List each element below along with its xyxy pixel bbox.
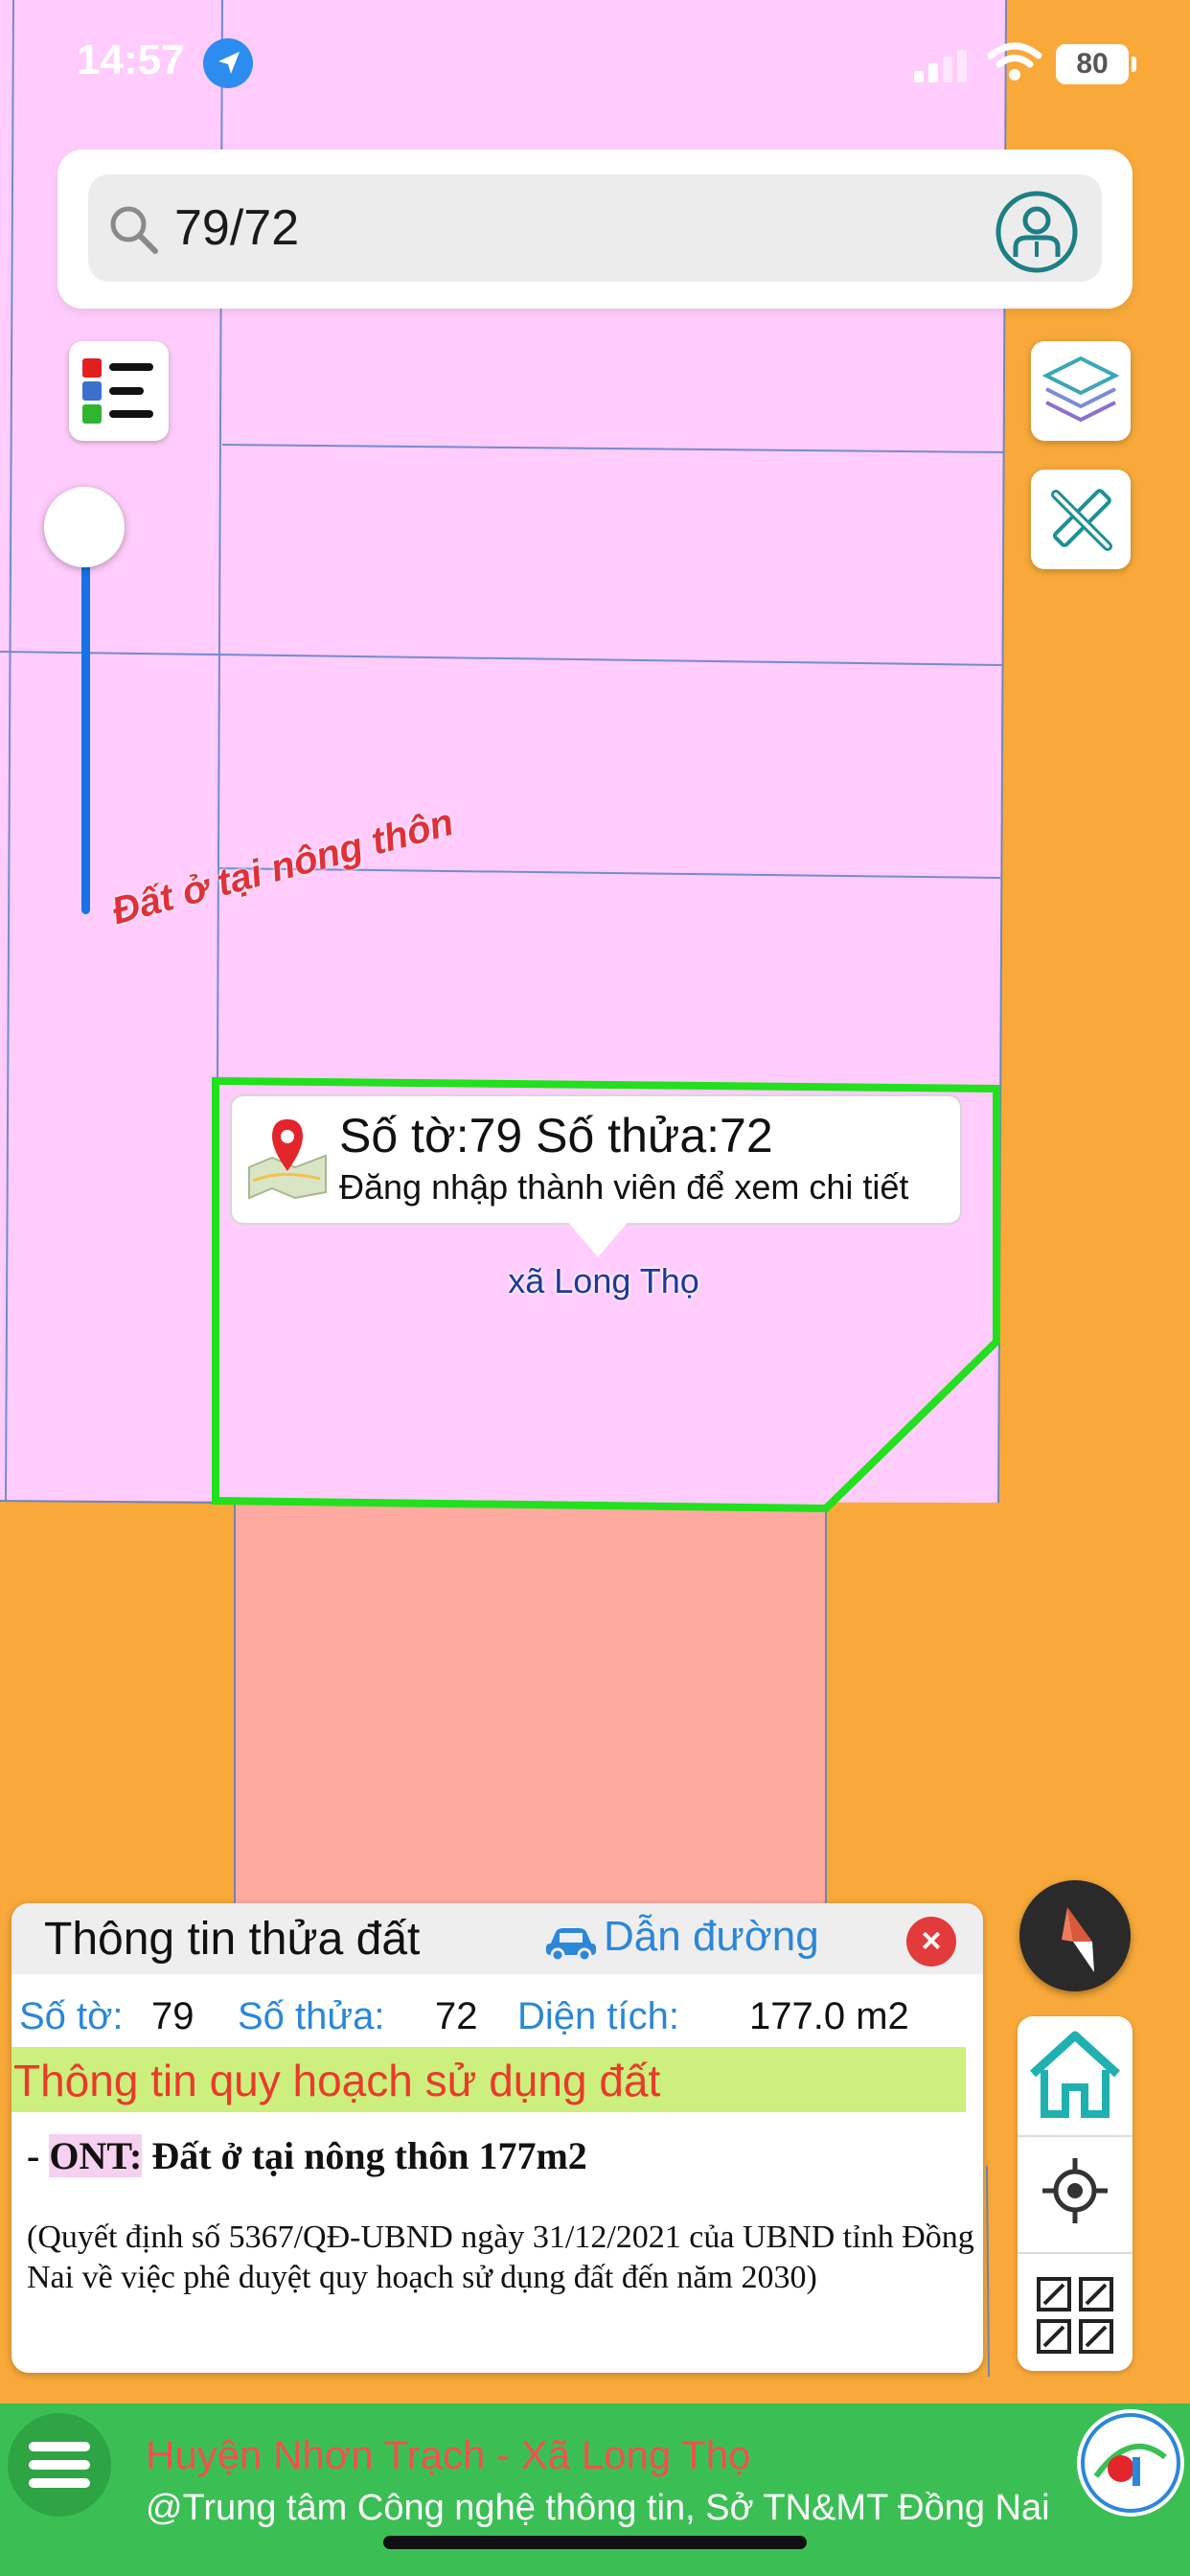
compass-button[interactable] — [1019, 1880, 1131, 1991]
area-value: 177.0 m2 — [749, 1995, 909, 2037]
parcel-number-label: Số thửa: — [238, 1995, 385, 2037]
credit-text: @Trung tâm Công nghệ thông tin, Sở TN&MT… — [146, 2488, 1050, 2528]
popup-tail — [565, 1219, 630, 1257]
location-title: Huyện Nhơn Trạch - Xã Long Thọ — [146, 2432, 751, 2477]
opacity-slider-thumb[interactable] — [44, 487, 125, 567]
home-indicator — [383, 2536, 807, 2549]
location-arrow-icon — [203, 38, 253, 88]
home-button[interactable] — [1023, 2022, 1127, 2126]
opacity-slider-track[interactable] — [81, 525, 90, 914]
compass-icon — [1062, 1907, 1094, 1972]
planning-title: Thông tin quy hoạch sử dụng đất — [13, 2056, 661, 2105]
qr-icon — [1037, 2277, 1113, 2354]
land-use-entry: - ONT: Đất ở tại nông thôn 177m2 — [27, 2133, 587, 2178]
qr-button[interactable] — [1031, 2271, 1119, 2359]
layers-button[interactable] — [1031, 341, 1131, 441]
area-label: Diện tích: — [517, 1995, 679, 2037]
other-land-parcel — [235, 1505, 826, 1907]
map-pin-icon — [243, 1112, 332, 1200]
stack-divider — [1018, 2252, 1133, 2254]
home-icon — [1029, 2031, 1121, 2118]
legend-icon — [82, 358, 153, 424]
ruler-pencil-icon — [1051, 489, 1112, 551]
legend-button[interactable] — [69, 341, 169, 441]
land-use-description: Đất ở tại nông thôn 177m2 — [142, 2134, 587, 2177]
stack-divider — [1018, 2135, 1133, 2137]
sheet-value: 79 — [151, 1995, 195, 2037]
planning-decision-text: (Quyết định số 5367/QĐ-UBND ngày 31/12/2… — [27, 2220, 974, 2295]
search-icon — [105, 201, 163, 259]
status-time: 14:57 — [77, 36, 185, 83]
user-icon[interactable] — [993, 188, 1081, 276]
cellular-signal-icon — [912, 50, 970, 82]
info-panel-title: Thông tin thửa đất — [44, 1914, 421, 1965]
close-icon[interactable]: × — [906, 1917, 956, 1966]
search-value[interactable]: 79/72 — [174, 197, 299, 259]
sheet-label: Số tờ: — [19, 1995, 124, 2037]
layers-icon — [1041, 356, 1120, 423]
menu-icon — [29, 2442, 90, 2488]
locate-button[interactable] — [1039, 2154, 1111, 2227]
battery-indicator: 80 — [1056, 44, 1136, 84]
directions-button[interactable]: Dẫn đường — [604, 1913, 819, 1961]
popup-title: Số tờ:79 Số thửa:72 — [339, 1109, 773, 1162]
wifi-icon — [987, 42, 1042, 82]
car-icon[interactable] — [544, 1924, 598, 1963]
crosshair-icon — [1042, 2158, 1108, 2223]
organization-logo — [1077, 2409, 1184, 2517]
parcel-number-value: 72 — [435, 1995, 478, 2037]
menu-button[interactable] — [8, 2413, 111, 2517]
land-use-code: ONT: — [49, 2134, 143, 2177]
measure-button[interactable] — [1031, 470, 1131, 569]
commune-label: xã Long Thọ — [508, 1261, 699, 1300]
entry-prefix: - — [27, 2134, 50, 2177]
popup-login-hint[interactable]: Đăng nhập thành viên để xem chi tiết — [339, 1167, 908, 1208]
